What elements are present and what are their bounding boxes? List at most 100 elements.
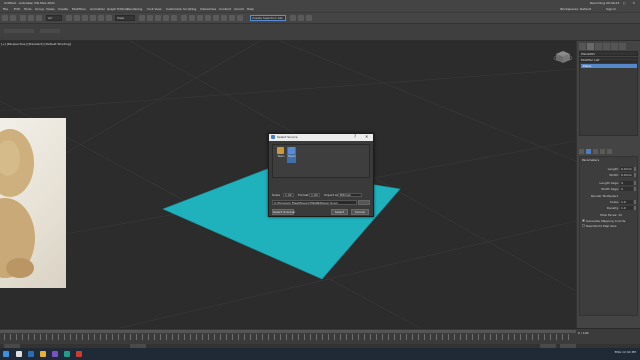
start-icon[interactable]	[3, 351, 9, 357]
modifier-stack-item[interactable]: Plane	[581, 64, 637, 68]
snap-icon[interactable]	[147, 15, 153, 21]
spinner-icon[interactable]	[634, 173, 636, 177]
edge-icon[interactable]	[28, 351, 34, 357]
tab-utilities[interactable]	[619, 43, 626, 50]
source-path-field[interactable]: C:\Program Files\Epson\TWAIN\Epson Scan	[272, 200, 357, 205]
select-object-icon[interactable]	[66, 15, 72, 21]
menu-item-file[interactable]: File	[3, 7, 8, 11]
angle-snap-icon[interactable]	[155, 15, 161, 21]
menu-item-help[interactable]: Help	[247, 7, 254, 11]
menu-item-scripting[interactable]: Scripting	[183, 7, 196, 11]
percent-snap-icon[interactable]	[163, 15, 169, 21]
menu-item-modifiers[interactable]: Modifiers	[72, 7, 86, 11]
source-item-twain[interactable]: Twain	[276, 147, 285, 163]
ribbon-panel[interactable]	[4, 29, 34, 33]
browse-button[interactable]	[358, 200, 370, 205]
menu-item-arnold[interactable]: Arnold	[234, 7, 244, 11]
generate-mapping-checkbox[interactable]: Generate Mapping Coords.	[582, 219, 637, 223]
viewport-label[interactable]: [+] [Perspective] [Standard] [Default Sh…	[1, 42, 71, 46]
menu-item-interactive[interactable]: Interactive	[200, 7, 216, 11]
bind-space-warp-icon[interactable]	[36, 15, 42, 21]
menu-item-sign-in[interactable]: Sign In	[606, 7, 616, 11]
spinner-icon[interactable]	[634, 187, 636, 191]
tab-motion[interactable]	[603, 43, 610, 50]
rollout-title[interactable]: Parameters	[582, 158, 599, 162]
modifier-stack[interactable]: Plane	[579, 62, 638, 136]
spinner-icon[interactable]	[634, 181, 636, 185]
scale-input[interactable]: 1.00	[283, 193, 294, 197]
move-icon[interactable]	[98, 15, 104, 21]
reference-coord-dropdown[interactable]: View	[115, 15, 135, 21]
format-input[interactable]: 1.00	[309, 193, 320, 197]
render-setup-icon[interactable]	[237, 15, 243, 21]
configure-sets-icon[interactable]	[607, 149, 612, 154]
viewcube[interactable]	[553, 51, 573, 63]
file-explorer-icon[interactable]	[40, 351, 46, 357]
system-tray[interactable]: ENG 12:04 PM	[615, 350, 636, 354]
pin-stack-icon[interactable]	[579, 149, 584, 154]
tab-create[interactable]	[579, 43, 586, 50]
rotate-icon[interactable]	[106, 15, 112, 21]
ok-button[interactable]: Select	[331, 209, 348, 215]
tab-display[interactable]	[611, 43, 618, 50]
undo-icon[interactable]	[2, 15, 8, 21]
track-bar[interactable]	[4, 334, 574, 340]
real-world-map-checkbox[interactable]: Real-World Map Size	[582, 224, 637, 228]
menu-item-views[interactable]: Views	[46, 7, 55, 11]
menu-item-group[interactable]: Group	[35, 7, 44, 11]
unlink-icon[interactable]	[28, 15, 34, 21]
time-slider[interactable]	[0, 330, 576, 333]
teams-icon[interactable]	[52, 351, 58, 357]
spinner-icon[interactable]	[634, 200, 636, 204]
menu-item-animation[interactable]: Animation	[90, 7, 105, 11]
mirror-icon[interactable]	[189, 15, 195, 21]
curve-editor-icon[interactable]	[213, 15, 219, 21]
window-controls[interactable]: – ▢ ✕	[614, 1, 638, 5]
3dsmax-icon[interactable]	[64, 351, 70, 357]
checkbox-icon[interactable]	[582, 224, 585, 227]
menu-item-graph-editors[interactable]: Graph Editors	[107, 7, 128, 11]
select-scanner-button[interactable]: Select Scanner	[272, 209, 295, 215]
menu-item-workspaces[interactable]: Workspaces:	[560, 7, 579, 11]
select-by-name-icon[interactable]	[74, 15, 80, 21]
source-item-epson[interactable]: Epson	[287, 147, 296, 163]
tab-hierarchy[interactable]	[595, 43, 602, 50]
link-icon[interactable]	[20, 15, 26, 21]
dialog-titlebar[interactable]: Select Source ? ✕	[269, 134, 373, 141]
material-editor-icon[interactable]	[229, 15, 235, 21]
render-frame-icon[interactable]	[290, 15, 296, 21]
render-iterative-icon[interactable]	[306, 15, 312, 21]
ribbon-panel[interactable]	[40, 29, 60, 33]
render-icon[interactable]	[298, 15, 304, 21]
cancel-button[interactable]: Cancel	[351, 209, 369, 215]
align-icon[interactable]	[197, 15, 203, 21]
tab-modify[interactable]	[587, 43, 594, 50]
checkbox-checked-icon[interactable]	[582, 219, 585, 222]
close-button[interactable]: ✕	[365, 134, 368, 139]
remove-modifier-icon[interactable]	[600, 149, 605, 154]
menu-item-rendering[interactable]: Rendering	[127, 7, 142, 11]
help-button[interactable]: ?	[354, 134, 356, 139]
menu-item-edit[interactable]: Edit	[14, 7, 20, 11]
selection-set-dropdown[interactable]: Create Selection Set	[250, 15, 286, 21]
menu-item-content[interactable]: Content	[219, 7, 231, 11]
edit-named-sets-icon[interactable]	[181, 15, 187, 21]
show-end-result-icon[interactable]	[586, 149, 591, 154]
object-name-field[interactable]: Plane001	[579, 51, 638, 56]
make-unique-icon[interactable]	[593, 149, 598, 154]
window-crossing-icon[interactable]	[90, 15, 96, 21]
menu-item-customize[interactable]: Customize	[166, 7, 182, 11]
import-as-dropdown[interactable]: Bitmap	[338, 193, 362, 197]
menu-item-create[interactable]: Create	[58, 7, 68, 11]
schematic-view-icon[interactable]	[221, 15, 227, 21]
search-icon[interactable]	[16, 351, 22, 357]
spinner-icon[interactable]	[634, 206, 636, 210]
spinner-snap-icon[interactable]	[171, 15, 177, 21]
spinner-icon[interactable]	[634, 167, 636, 171]
menu-item-civil-view[interactable]: Civil View	[147, 7, 161, 11]
recorder-icon[interactable]	[76, 351, 82, 357]
selection-filter-dropdown[interactable]: All	[46, 15, 62, 21]
menu-item-tools[interactable]: Tools	[24, 7, 31, 11]
pivot-icon[interactable]	[139, 15, 145, 21]
rect-selection-icon[interactable]	[82, 15, 88, 21]
